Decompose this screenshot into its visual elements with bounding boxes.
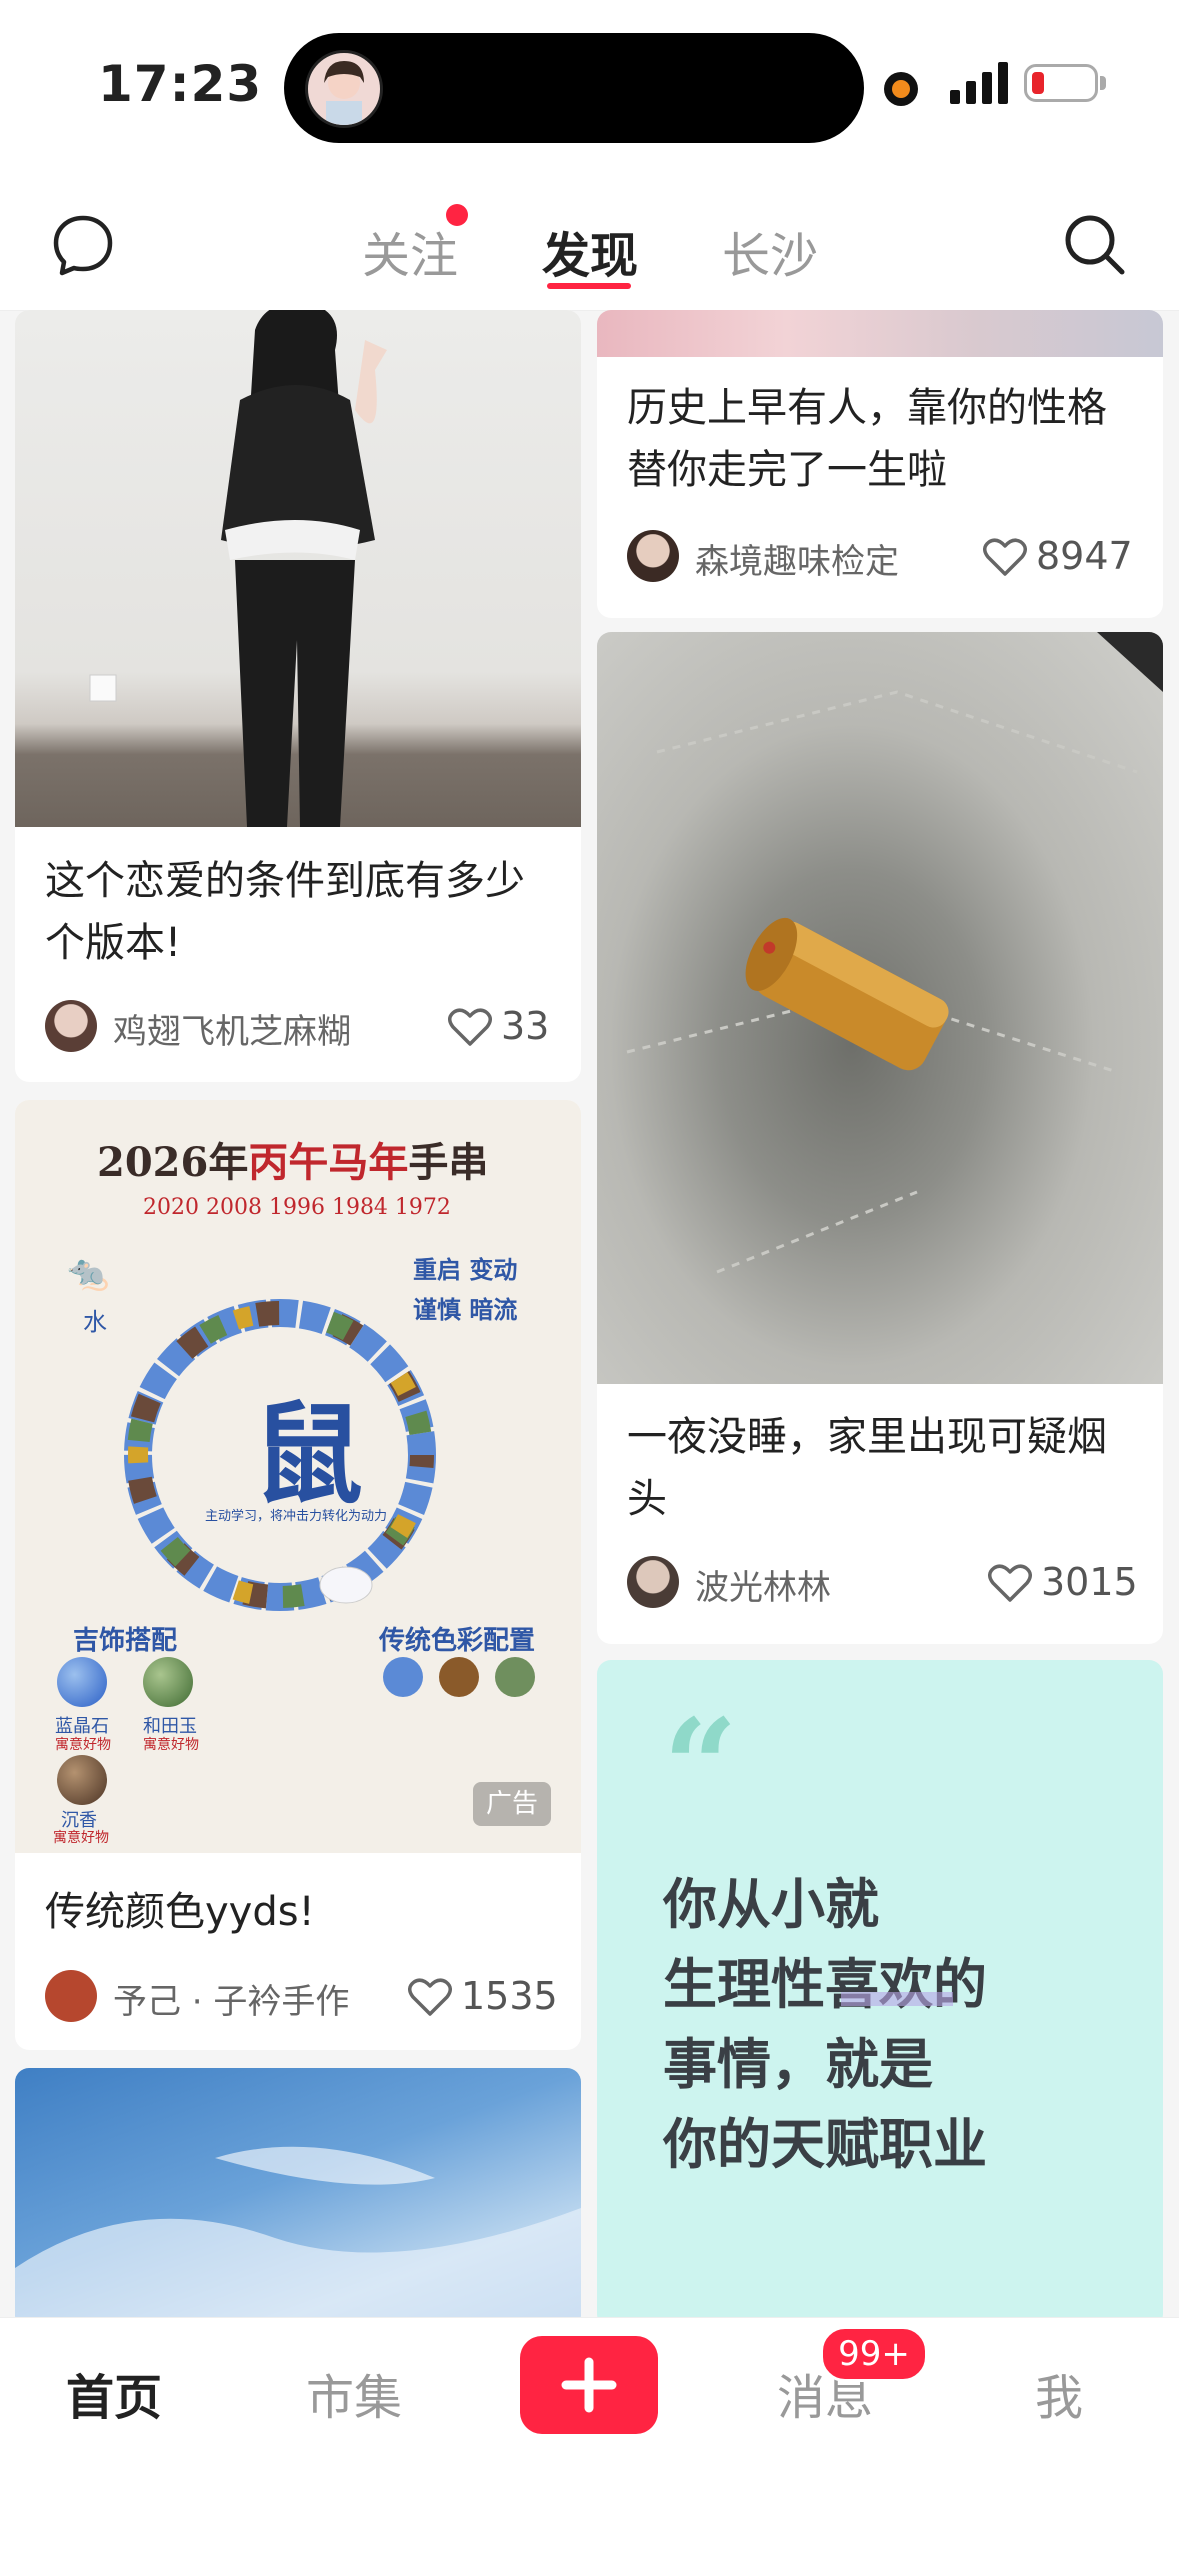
battery-icon	[1024, 64, 1098, 102]
ad-label: 广告	[473, 1782, 551, 1826]
feed-card[interactable]: 一夜没睡，家里出现可疑烟头 波光林林 3015	[597, 632, 1163, 1644]
stone-sub-1: 寓意好物	[55, 1737, 111, 1753]
tab-city[interactable]: 长沙	[722, 216, 818, 286]
notification-dot	[446, 204, 468, 226]
heart-icon[interactable]	[408, 1977, 452, 2017]
card-image	[597, 310, 1163, 357]
stone-green	[143, 1657, 193, 1707]
stone-blue	[57, 1657, 107, 1707]
rat-icon: 🐀	[67, 1253, 110, 1293]
nav-home[interactable]: 首页	[66, 2358, 162, 2428]
like-count: 33	[501, 1004, 550, 1048]
heart-icon[interactable]	[983, 537, 1027, 577]
card-image	[15, 2068, 581, 2328]
card-image	[597, 632, 1163, 1384]
author-name[interactable]: 鸡翅飞机芝麻糊	[113, 1004, 351, 1053]
quote-highlight	[841, 1992, 953, 2006]
heart-icon[interactable]	[988, 1563, 1032, 1603]
heart-icon[interactable]	[448, 1007, 492, 1047]
author-avatar[interactable]	[45, 1000, 97, 1052]
tab-discover[interactable]: 发现	[542, 216, 638, 286]
plus-icon	[561, 2357, 617, 2413]
tab-follow[interactable]: 关注	[362, 216, 458, 286]
chat-bubble-icon[interactable]	[50, 212, 116, 278]
signal-icon	[950, 62, 1008, 104]
ad-years: 2020 2008 1996 1984 1972	[143, 1195, 451, 1220]
quote-line: 你的天赋职业	[663, 2113, 987, 2176]
quote-mark-icon: “	[663, 1690, 738, 1843]
feed-card-ad[interactable]: 2026年丙午马年手串 2020 2008 1996 1984 1972 🐀 水…	[15, 1100, 581, 2050]
feed-card[interactable]	[15, 2068, 581, 2328]
card-title: 传统颜色yyds!	[45, 1889, 315, 1935]
like-count: 3015	[1041, 1560, 1138, 1604]
card-image	[15, 310, 581, 827]
recording-indicator-icon	[884, 72, 918, 106]
ad-element: 水	[83, 1308, 107, 1336]
status-time: 17:23	[98, 55, 263, 113]
ad-title-tail: 手串	[408, 1139, 489, 1186]
color-swatch-brown	[439, 1657, 479, 1697]
like-count: 1535	[461, 1974, 558, 2018]
card-title: 历史上早有人，靠你的性格替你走完了一生啦	[627, 385, 1107, 493]
stone-sub-2: 寓意好物	[143, 1737, 199, 1753]
ad-left-title: 吉饰搭配	[73, 1626, 178, 1656]
ad-right-title: 传统色彩配置	[379, 1626, 536, 1656]
color-swatch-blue	[383, 1657, 423, 1697]
author-name[interactable]: 波光林林	[695, 1560, 831, 1609]
feed-card-quote[interactable]: “ 你从小就 生理性喜欢的 事情，就是 你的天赋职业	[597, 1660, 1163, 2328]
like-count: 8947	[1036, 534, 1133, 578]
nav-me[interactable]: 我	[1035, 2358, 1083, 2428]
quote-line: 事情，就是	[663, 2033, 933, 2096]
nav-market[interactable]: 市集	[306, 2358, 402, 2428]
author-name[interactable]: 森境趣味检定	[695, 534, 899, 583]
card-title: 这个恋爱的条件到底有多少个版本!	[45, 858, 525, 966]
ad-year-highlight: 丙午马年	[248, 1139, 409, 1186]
author-avatar[interactable]	[627, 530, 679, 582]
stone-agarwood	[57, 1755, 107, 1805]
ad-year: 2026年	[97, 1139, 249, 1186]
author-avatar[interactable]	[627, 1556, 679, 1608]
quote-line: 生理性喜欢的	[663, 1953, 987, 2016]
author-name[interactable]: 予己 · 子衿手作	[113, 1974, 349, 2023]
ad-tag-a: 重启 变动	[413, 1256, 518, 1284]
stone-sub-3: 寓意好物	[53, 1830, 109, 1846]
message-count-badge: 99+	[820, 2326, 928, 2382]
ad-zodiac: 鼠	[253, 1390, 363, 1519]
card-image: 2026年丙午马年手串 2020 2008 1996 1984 1972 🐀 水…	[15, 1100, 581, 1853]
color-swatch-green	[495, 1657, 535, 1697]
ad-caption: 主动学习，将冲击力转化为动力	[205, 1509, 388, 1524]
feed-card[interactable]: 这个恋爱的条件到底有多少个版本! 鸡翅飞机芝麻糊 33	[15, 310, 581, 1082]
author-avatar[interactable]	[45, 1970, 97, 2022]
island-avatar-icon	[305, 50, 383, 128]
create-post-button[interactable]	[520, 2336, 658, 2434]
battery-cap	[1100, 76, 1106, 90]
quote-line: 你从小就	[663, 1873, 879, 1936]
card-title: 一夜没睡，家里出现可疑烟头	[627, 1414, 1107, 1522]
feed-card[interactable]: 历史上早有人，靠你的性格替你走完了一生啦 森境趣味检定 8947	[597, 310, 1163, 618]
search-icon[interactable]	[1062, 212, 1126, 276]
active-tab-indicator	[547, 283, 631, 289]
